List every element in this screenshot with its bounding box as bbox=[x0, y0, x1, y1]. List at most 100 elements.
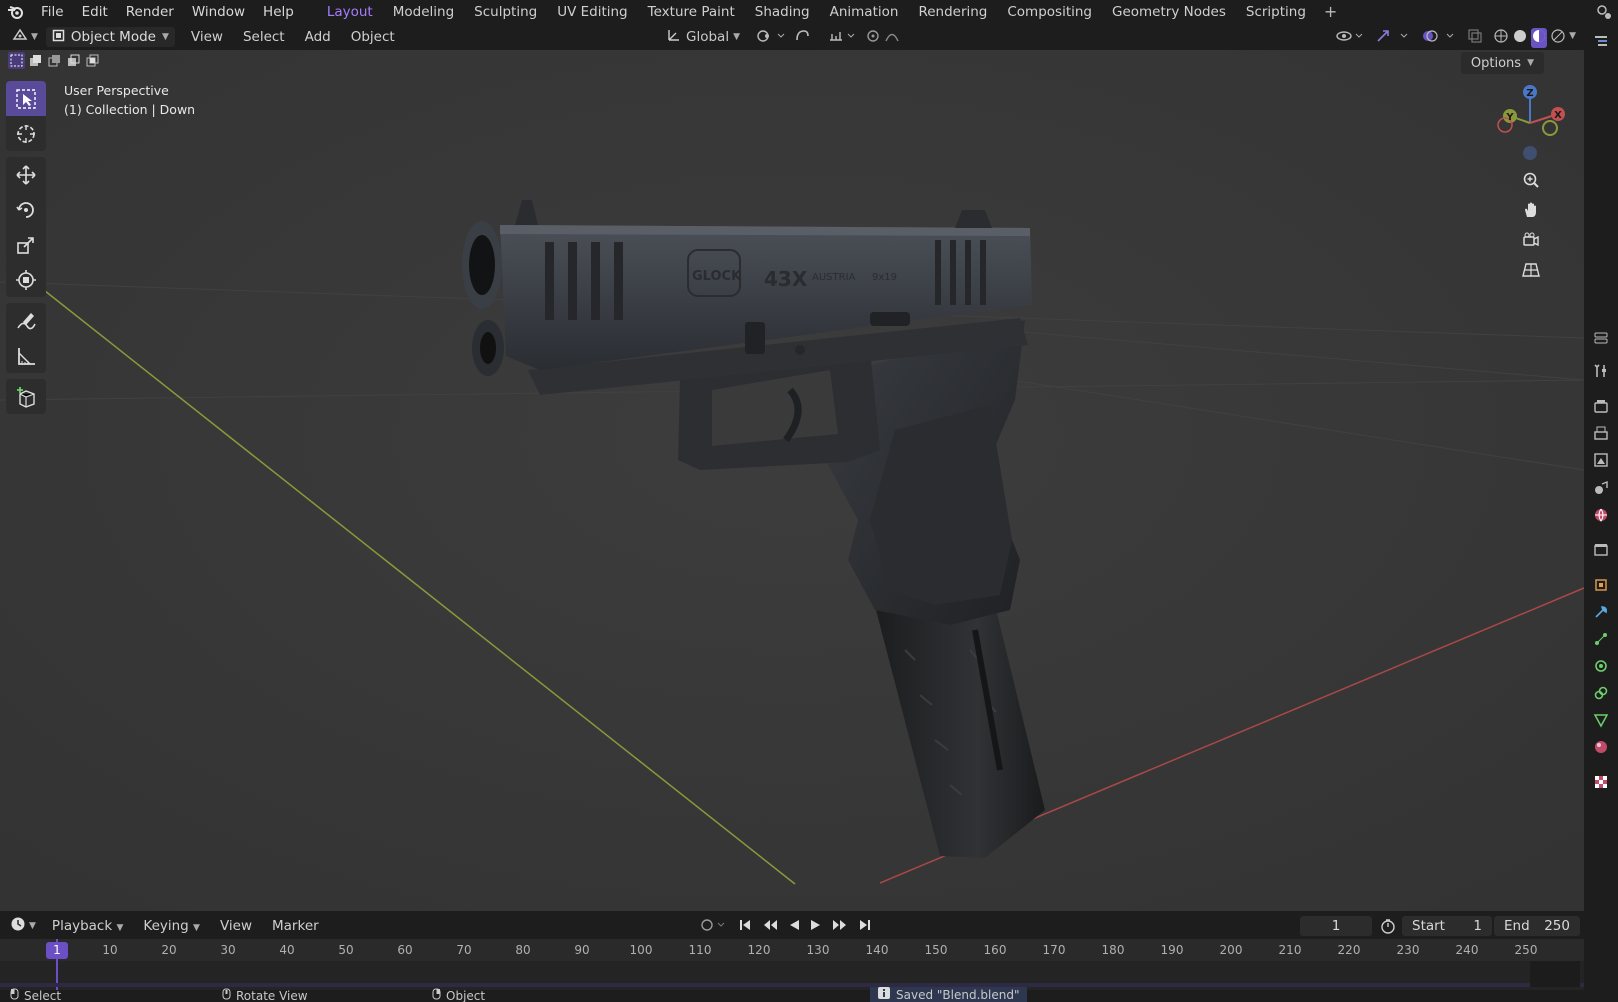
jump-to-start-icon[interactable] bbox=[738, 918, 752, 936]
menu-view[interactable]: View bbox=[181, 29, 233, 45]
scale-tool[interactable] bbox=[6, 227, 46, 262]
menu-select[interactable]: Select bbox=[233, 29, 295, 45]
start-frame-field[interactable]: Start 1 bbox=[1402, 916, 1492, 936]
modifier-properties-icon[interactable] bbox=[1592, 603, 1610, 621]
auto-keying-icon[interactable] bbox=[700, 917, 728, 937]
move-tool[interactable] bbox=[6, 157, 46, 192]
outliner-icon[interactable] bbox=[1592, 32, 1610, 50]
tab-geometry-nodes[interactable]: Geometry Nodes bbox=[1102, 0, 1236, 24]
proportional-edit-icon[interactable] bbox=[866, 28, 906, 48]
object-data-icon[interactable] bbox=[1592, 711, 1610, 729]
menu-timeline-view[interactable]: View bbox=[210, 918, 262, 934]
jump-to-end-icon[interactable] bbox=[858, 918, 872, 936]
current-frame-indicator[interactable]: 1 bbox=[46, 942, 68, 959]
navigation-gizmo[interactable]: Z Y X bbox=[1490, 78, 1570, 168]
menu-keying[interactable]: Keying ▼ bbox=[133, 918, 210, 934]
menu-render[interactable]: Render bbox=[117, 0, 183, 24]
options-dropdown[interactable]: Options ▼ bbox=[1460, 52, 1544, 74]
tab-animation[interactable]: Animation bbox=[820, 0, 909, 24]
rendered-shading-icon[interactable] bbox=[1550, 28, 1566, 48]
tab-compositing[interactable]: Compositing bbox=[997, 0, 1102, 24]
add-cube-tool[interactable] bbox=[6, 379, 46, 414]
menu-object[interactable]: Object bbox=[341, 29, 405, 45]
stopwatch-icon[interactable] bbox=[1380, 918, 1396, 938]
select-new-icon[interactable] bbox=[8, 52, 25, 69]
tick-label: 30 bbox=[220, 943, 236, 957]
gizmo-x-label: X bbox=[1554, 110, 1562, 121]
play-icon[interactable] bbox=[810, 918, 822, 936]
texture-properties-icon[interactable] bbox=[1592, 773, 1610, 791]
physics-icon[interactable] bbox=[1592, 657, 1610, 675]
gizmo-toggle-icon[interactable] bbox=[1375, 28, 1411, 48]
tab-modeling[interactable]: Modeling bbox=[383, 0, 464, 24]
visibility-icon[interactable] bbox=[1335, 28, 1365, 48]
timeline-editor-type[interactable]: ▼ bbox=[0, 916, 42, 936]
transform-orientation-dropdown[interactable]: Global ▼ bbox=[666, 27, 740, 47]
world-properties-icon[interactable] bbox=[1592, 506, 1610, 524]
mode-dropdown[interactable]: Object Mode ▼ bbox=[45, 27, 175, 47]
tick-label: 50 bbox=[338, 943, 354, 957]
play-reverse-icon[interactable] bbox=[788, 918, 800, 936]
pivot-icon[interactable] bbox=[756, 28, 786, 48]
menu-edit[interactable]: Edit bbox=[73, 0, 117, 24]
current-frame-field[interactable]: 1 bbox=[1300, 916, 1372, 936]
tab-rendering[interactable]: Rendering bbox=[908, 0, 997, 24]
pan-hand-icon[interactable] bbox=[1518, 197, 1544, 223]
3d-viewport[interactable]: GLOCK 43X AUSTRIA 9x19 User Perspective … bbox=[0, 50, 1584, 911]
overlays-icon[interactable] bbox=[1421, 28, 1457, 48]
engraving-brand: GLOCK bbox=[692, 269, 742, 284]
perspective-toggle-icon[interactable] bbox=[1518, 257, 1544, 283]
properties-editor-icon[interactable] bbox=[1592, 329, 1610, 347]
select-extend-icon[interactable] bbox=[27, 52, 44, 69]
menu-add[interactable]: Add bbox=[295, 29, 341, 45]
tab-layout[interactable]: Layout bbox=[317, 0, 383, 24]
zoom-icon[interactable] bbox=[1518, 167, 1544, 193]
scene-icon[interactable] bbox=[1594, 2, 1614, 26]
material-properties-icon[interactable] bbox=[1592, 738, 1610, 756]
constraints-icon[interactable] bbox=[1592, 684, 1610, 702]
view-layer-icon[interactable] bbox=[1592, 451, 1610, 469]
snap-target-icon[interactable] bbox=[828, 28, 858, 48]
xray-icon[interactable] bbox=[1467, 28, 1483, 48]
menu-playback[interactable]: Playback ▼ bbox=[42, 918, 133, 934]
tab-texture-paint[interactable]: Texture Paint bbox=[638, 0, 745, 24]
camera-view-icon[interactable] bbox=[1518, 227, 1544, 253]
chevron-down-icon[interactable]: ▼ bbox=[1569, 28, 1576, 48]
tab-shading[interactable]: Shading bbox=[745, 0, 820, 24]
editor-type-dropdown[interactable]: ▼ bbox=[0, 27, 46, 47]
rotate-tool[interactable] bbox=[6, 192, 46, 227]
timeline-area[interactable]: 1 10 20 30 40 50 60 70 80 90 100 110 120… bbox=[0, 939, 1584, 990]
end-frame-field[interactable]: End 250 bbox=[1494, 916, 1580, 936]
blender-logo-icon[interactable] bbox=[0, 0, 32, 24]
cursor-tool[interactable] bbox=[6, 116, 46, 151]
select-invert-icon[interactable] bbox=[65, 52, 82, 69]
tick-label: 110 bbox=[688, 943, 712, 957]
select-subtract-icon[interactable] bbox=[46, 52, 63, 69]
select-intersect-icon[interactable] bbox=[84, 52, 101, 69]
menu-window[interactable]: Window bbox=[183, 0, 254, 24]
particles-icon[interactable] bbox=[1592, 630, 1610, 648]
menu-marker[interactable]: Marker bbox=[262, 918, 329, 934]
transform-tool[interactable] bbox=[6, 262, 46, 297]
scene-properties-icon[interactable] bbox=[1592, 479, 1610, 497]
add-workspace-button[interactable]: + bbox=[1316, 0, 1345, 24]
tab-scripting[interactable]: Scripting bbox=[1236, 0, 1316, 24]
menu-help[interactable]: Help bbox=[254, 0, 303, 24]
tool-settings-icon[interactable] bbox=[1592, 362, 1610, 380]
collection-properties-icon[interactable] bbox=[1592, 541, 1610, 559]
wireframe-shading-icon[interactable] bbox=[1493, 28, 1509, 48]
render-properties-icon[interactable] bbox=[1592, 397, 1610, 415]
output-properties-icon[interactable] bbox=[1592, 424, 1610, 442]
material-shading-icon[interactable] bbox=[1531, 28, 1548, 48]
measure-tool[interactable] bbox=[6, 338, 46, 373]
snap-icon[interactable] bbox=[794, 28, 820, 48]
tab-uv-editing[interactable]: UV Editing bbox=[547, 0, 637, 24]
jump-to-keyframe-forward-icon[interactable] bbox=[832, 918, 848, 936]
select-box-tool[interactable] bbox=[6, 81, 46, 116]
object-properties-icon[interactable] bbox=[1592, 576, 1610, 594]
tab-sculpting[interactable]: Sculpting bbox=[464, 0, 547, 24]
jump-to-keyframe-back-icon[interactable] bbox=[762, 918, 778, 936]
solid-shading-icon[interactable] bbox=[1512, 28, 1528, 48]
menu-file[interactable]: File bbox=[32, 0, 73, 24]
annotate-tool[interactable] bbox=[6, 303, 46, 338]
